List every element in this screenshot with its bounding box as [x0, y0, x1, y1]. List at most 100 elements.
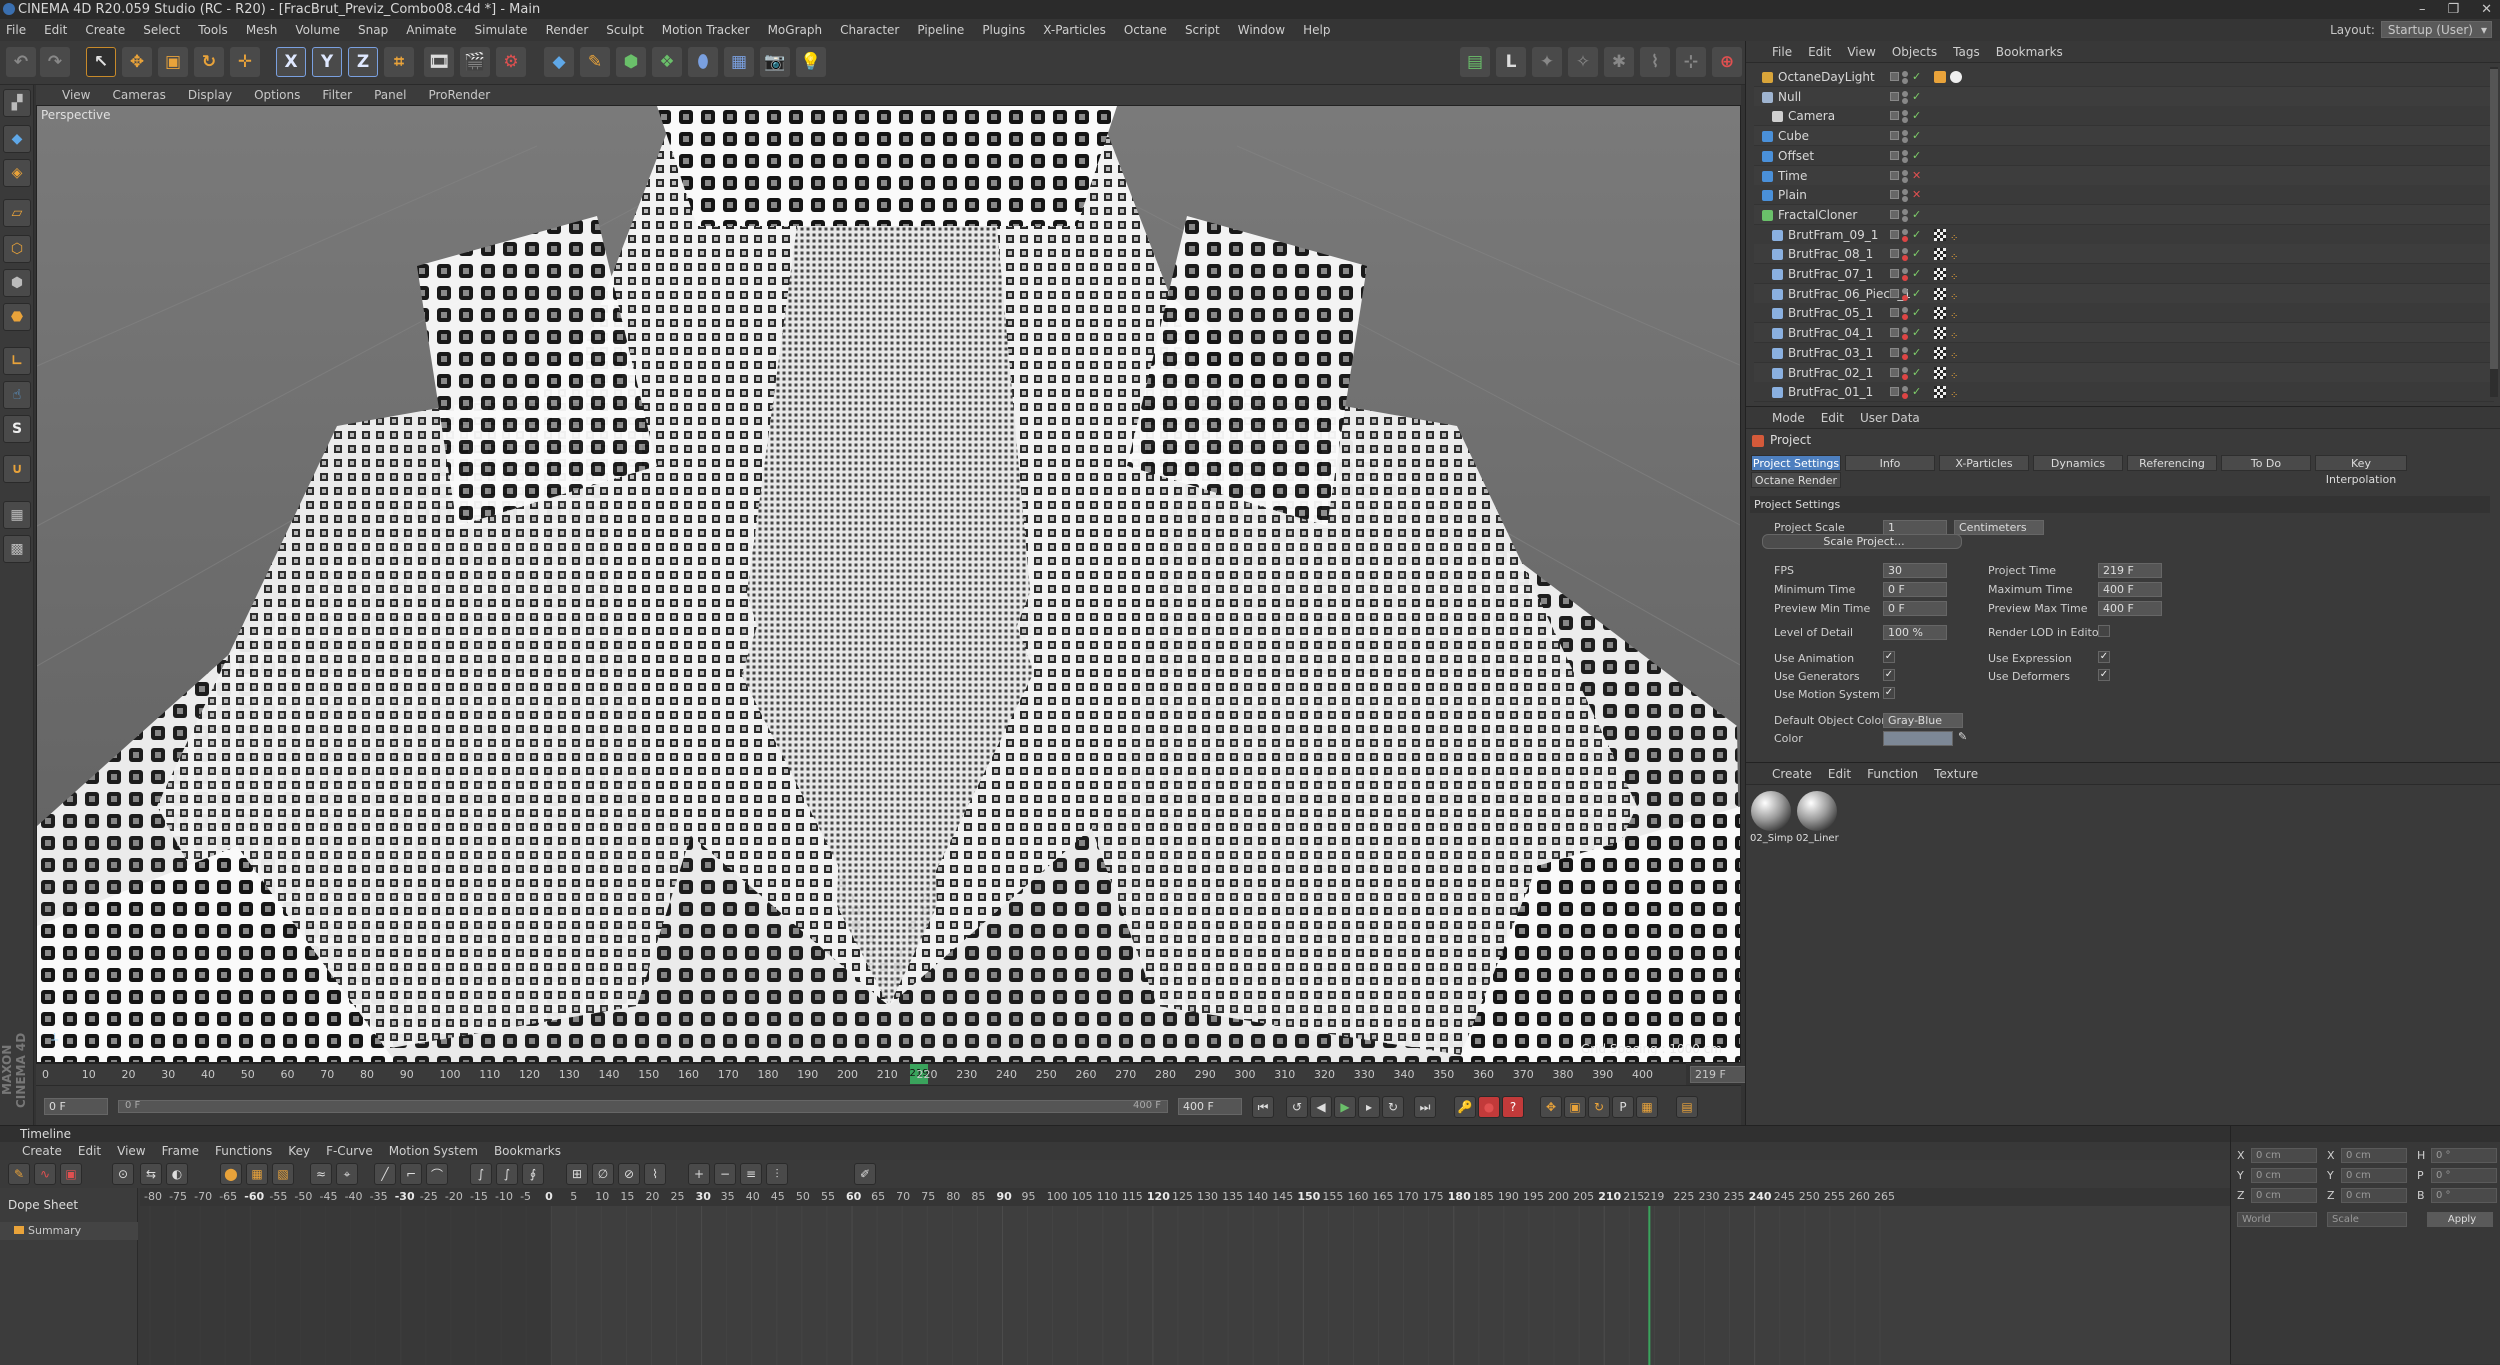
render-visibility-dot[interactable] — [1902, 137, 1908, 144]
menu-snap[interactable]: Snap — [358, 23, 388, 37]
texture-tag-icon[interactable] — [1934, 386, 1946, 399]
link-views-icon[interactable]: ⇆ — [140, 1163, 162, 1185]
ease-in-icon[interactable]: ∫ — [470, 1163, 492, 1185]
enable-check-icon[interactable]: ✓ — [1912, 288, 1922, 299]
layer-icon[interactable] — [1890, 249, 1899, 259]
layer-icon[interactable] — [1890, 347, 1899, 357]
spline-pen-icon[interactable]: ✎ — [580, 47, 610, 77]
floor-icon[interactable]: ▦ — [724, 47, 754, 77]
minimum-time-field[interactable]: 0 F — [1883, 582, 1947, 597]
close-icon[interactable]: ✕ — [2481, 0, 2492, 19]
material-menu-function[interactable]: Function — [1867, 767, 1918, 781]
phong-tag-icon[interactable]: ⁘ — [1950, 386, 1958, 401]
layer-icon[interactable]: ≡ — [740, 1163, 762, 1185]
use-motion-system-checkbox[interactable]: ✓ — [1883, 687, 1895, 699]
color-swatch[interactable] — [1883, 731, 1953, 746]
zero-angle-icon[interactable]: ∅ — [592, 1163, 614, 1185]
automatic-mode-icon[interactable]: ⊙ — [112, 1163, 134, 1185]
editor-visibility-dot[interactable] — [1902, 327, 1908, 334]
attribute-menu-user-data[interactable]: User Data — [1860, 411, 1920, 425]
material-02-liner[interactable]: 02_Liner — [1796, 791, 1839, 847]
key-rotation-icon[interactable]: ↻ — [1588, 1096, 1610, 1118]
timeline-menu-frame[interactable]: Frame — [162, 1144, 199, 1158]
preview-range-slider[interactable]: 0 F 400 F — [118, 1100, 1168, 1113]
render-visibility-dot[interactable] — [1902, 334, 1908, 341]
layer-icon[interactable] — [1890, 131, 1899, 141]
layer-icon[interactable] — [1890, 367, 1899, 377]
editor-visibility-dot[interactable] — [1902, 90, 1908, 97]
object-row[interactable]: BrutFrac_08_1 ✓ ⁘ — [1754, 244, 2494, 265]
editor-visibility-dot[interactable] — [1902, 228, 1908, 235]
enable-check-icon[interactable]: ✓ — [1912, 367, 1922, 378]
timeline-menu-key[interactable]: Key — [288, 1144, 310, 1158]
step-interp-icon[interactable]: ⌐ — [400, 1163, 422, 1185]
viewport-menu-cameras[interactable]: Cameras — [112, 88, 165, 102]
workplane-snap-icon[interactable]: ▩ — [3, 535, 31, 563]
object-row[interactable]: BrutFrac_01_1 ✓ ⁘ — [1754, 382, 2494, 403]
start-frame-field[interactable]: 0 F — [44, 1098, 108, 1115]
render-settings-icon[interactable]: ⚙ — [496, 47, 526, 77]
phong-tag-icon[interactable]: ⁘ — [1950, 248, 1958, 263]
maximum-time-field[interactable]: 400 F — [2098, 582, 2162, 597]
remove-track-icon[interactable]: − — [714, 1163, 736, 1185]
coord-value-field[interactable]: 0 cm — [2251, 1188, 2317, 1203]
enable-check-icon[interactable]: ✓ — [1912, 347, 1922, 358]
rotate-icon[interactable]: ↻ — [194, 47, 224, 77]
menu-help[interactable]: Help — [1303, 23, 1330, 37]
timeline-menu-bookmarks[interactable]: Bookmarks — [494, 1144, 561, 1158]
autokey-icon[interactable]: 🔑 — [1454, 1096, 1476, 1118]
material-menu-edit[interactable]: Edit — [1828, 767, 1851, 781]
object-row[interactable]: BrutFrac_05_1 ✓ ⁘ — [1754, 303, 2494, 324]
timeline-menu-view[interactable]: View — [117, 1144, 145, 1158]
tab-key-interpolation[interactable]: Key Interpolation — [2315, 455, 2407, 486]
live-selection-icon[interactable]: ↖ — [86, 47, 116, 77]
make-editable-icon[interactable]: ▞ — [3, 89, 31, 117]
generator-icon[interactable]: ⬢ — [616, 47, 646, 77]
phong-tag-icon[interactable]: ⁘ — [1950, 307, 1958, 322]
play-icon[interactable]: ▶ — [1334, 1096, 1356, 1118]
tab-info[interactable]: Info — [1845, 455, 1935, 471]
cube-primitive-icon[interactable]: ◆ — [544, 47, 574, 77]
snap-icon[interactable]: ⊕ — [1712, 47, 1742, 77]
render-visibility-dot[interactable] — [1902, 78, 1908, 84]
cloner-icon[interactable]: ❖ — [652, 47, 682, 77]
polygons-mode-icon[interactable]: ⬣ — [3, 303, 31, 331]
render-visibility-dot[interactable] — [1902, 314, 1908, 321]
light-icon[interactable]: 💡 — [796, 47, 826, 77]
render-visibility-dot[interactable] — [1902, 255, 1908, 262]
editor-visibility-dot[interactable] — [1902, 110, 1908, 117]
render-view-icon[interactable]: 🎞 — [424, 47, 454, 77]
object-row[interactable]: BrutFrac_02_1 ✓ ⁘ — [1754, 362, 2494, 383]
attribute-menu-mode[interactable]: Mode — [1772, 411, 1805, 425]
enable-check-icon[interactable]: ✓ — [1912, 327, 1922, 338]
viewport-menu-filter[interactable]: Filter — [322, 88, 352, 102]
record-icon[interactable]: ● — [1478, 1096, 1500, 1118]
enable-check-icon[interactable]: ✓ — [1912, 91, 1922, 102]
coord-value-field[interactable]: 0 cm — [2341, 1188, 2407, 1203]
menu-mesh[interactable]: Mesh — [246, 23, 278, 37]
material-menu-create[interactable]: Create — [1772, 767, 1812, 781]
editor-visibility-dot[interactable] — [1902, 307, 1908, 314]
tab-dynamics[interactable]: Dynamics — [2033, 455, 2123, 471]
transform-icon[interactable]: ✛ — [230, 47, 260, 77]
menu-character[interactable]: Character — [840, 23, 899, 37]
scale-unit-dropdown[interactable]: Centimeters — [1954, 520, 2044, 535]
use-expression-checkbox[interactable]: ✓ — [2098, 651, 2110, 663]
coord-value-field[interactable]: 0 ° — [2431, 1148, 2497, 1163]
object-row[interactable]: FractalCloner ✓ — [1754, 204, 2494, 225]
menu-simulate[interactable]: Simulate — [475, 23, 528, 37]
timeline-window-icon[interactable]: ▤ — [1676, 1096, 1698, 1118]
texture-tag-icon[interactable] — [1934, 346, 1946, 359]
use-deformers-checkbox[interactable]: ✓ — [2098, 669, 2110, 681]
phong-tag-icon[interactable]: ⁘ — [1950, 347, 1958, 362]
render-visibility-dot[interactable] — [1902, 353, 1908, 360]
menu-octane[interactable]: Octane — [1124, 23, 1167, 37]
perspective-viewport[interactable]: Perspective Grid Spacing : 1000 cm ⟂ — [36, 105, 1741, 1063]
sun-tag-icon[interactable] — [1950, 71, 1962, 83]
menu-script[interactable]: Script — [1185, 23, 1220, 37]
linear-interp-icon[interactable]: ╱ — [374, 1163, 396, 1185]
enable-check-icon[interactable]: ✓ — [1912, 307, 1922, 318]
phong-tag-icon[interactable]: ⁘ — [1950, 229, 1958, 244]
layout-dropdown[interactable]: Startup (User) — [2380, 21, 2492, 38]
maximize-icon[interactable]: ❐ — [2447, 0, 2459, 19]
